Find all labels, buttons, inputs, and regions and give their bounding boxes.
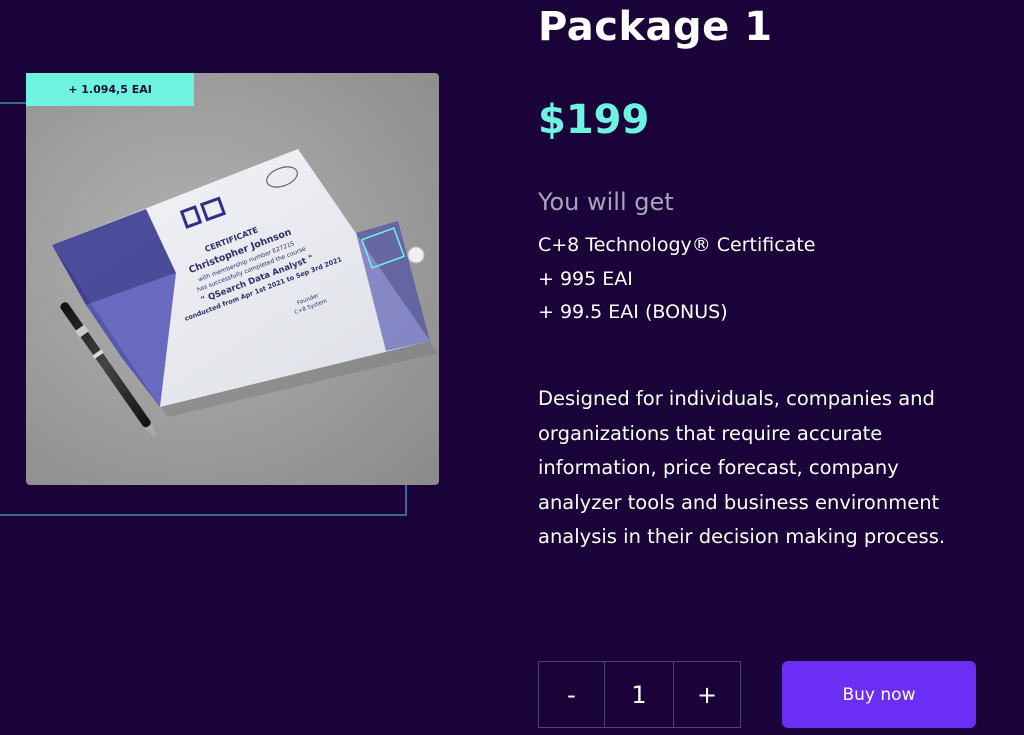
package-page: CERTIFICATE Christopher Johnson with mem… xyxy=(0,0,1024,735)
quantity-stepper: - 1 + xyxy=(538,661,741,728)
benefit-item: + 99.5 EAI (BONUS) xyxy=(538,301,728,323)
certificate-photo: CERTIFICATE Christopher Johnson with mem… xyxy=(26,73,439,485)
eai-badge: + 1.094,5 EAI xyxy=(26,73,194,106)
package-title: Package 1 xyxy=(538,4,773,50)
certificate-illustration: CERTIFICATE Christopher Johnson with mem… xyxy=(52,149,438,438)
increment-button[interactable]: + xyxy=(674,662,740,727)
benefit-item: + 995 EAI xyxy=(538,267,633,290)
benefits-list: C+8 Technology® Certificate + 995 EAI + … xyxy=(538,229,815,330)
frame-line-right xyxy=(405,484,407,515)
package-description: Designed for individuals, companies and … xyxy=(538,387,946,548)
you-will-get-heading: You will get xyxy=(538,188,674,216)
buy-now-button[interactable]: Buy now xyxy=(782,661,976,728)
quantity-value[interactable]: 1 xyxy=(605,662,674,727)
package-price: $199 xyxy=(538,97,650,143)
benefit-item: C+8 Technology® Certificate xyxy=(538,234,816,256)
frame-line-bottom xyxy=(0,514,407,516)
decrement-button[interactable]: - xyxy=(539,662,605,727)
